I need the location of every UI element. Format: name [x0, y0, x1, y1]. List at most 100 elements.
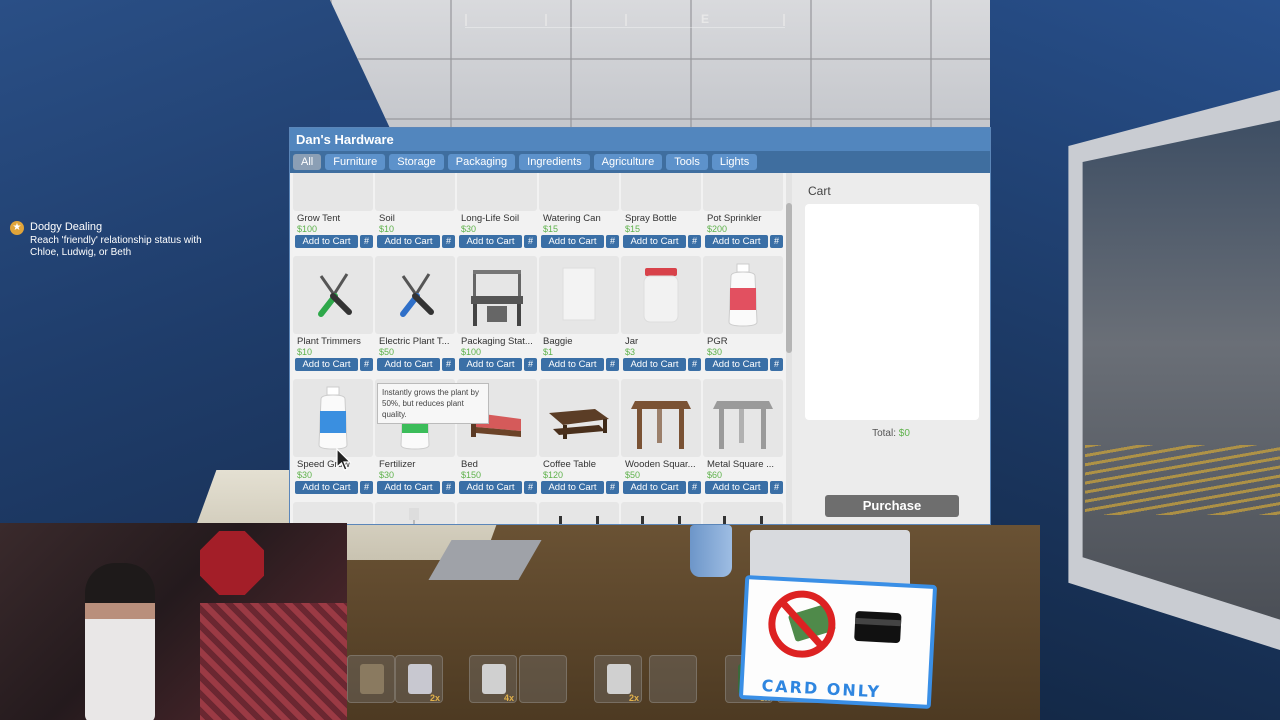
add-to-cart-button[interactable]: Add to Cart: [459, 358, 522, 371]
quantity-button[interactable]: #: [524, 358, 537, 371]
add-to-cart-button[interactable]: Add to Cart: [541, 358, 604, 371]
item-name: Grow Tent: [297, 213, 341, 224]
add-to-cart-button[interactable]: Add to Cart: [541, 235, 604, 248]
slot-count: 2x: [628, 693, 639, 703]
shop-item: Grow Tent $100 Add to Cart #: [293, 173, 373, 252]
quantity-button[interactable]: #: [770, 358, 783, 371]
item-name: Fertilizer: [379, 459, 416, 470]
quantity-button[interactable]: #: [770, 235, 783, 248]
quantity-button[interactable]: #: [524, 481, 537, 494]
item-price: $100: [297, 224, 318, 234]
hotbar-slot[interactable]: 2x: [594, 655, 642, 703]
compass-tick: [625, 14, 627, 26]
add-to-cart-button[interactable]: Add to Cart: [541, 481, 604, 494]
item-name: Watering Can: [543, 213, 601, 224]
quantity-button[interactable]: #: [442, 358, 455, 371]
pgr-bottle-icon: [703, 256, 783, 334]
quest-title: Dodgy Dealing: [30, 221, 103, 233]
item-name: Jar: [625, 336, 639, 347]
cart-title: Cart: [808, 184, 831, 198]
quantity-button[interactable]: #: [606, 358, 619, 371]
add-to-cart-button[interactable]: Add to Cart: [623, 358, 686, 371]
add-to-cart-button[interactable]: Add to Cart: [705, 358, 768, 371]
quantity-button[interactable]: #: [688, 481, 701, 494]
quantity-button[interactable]: #: [524, 235, 537, 248]
tab-ingredients[interactable]: Ingredients: [519, 154, 590, 170]
soil-bag-icon: [408, 664, 432, 694]
card-only-sign: CARD ONLY: [738, 575, 938, 709]
quantity-button[interactable]: #: [360, 235, 373, 248]
item-name: Packaging Stat...: [461, 336, 533, 347]
add-to-cart-button[interactable]: Add to Cart: [459, 481, 522, 494]
cart-total-value: $0: [898, 428, 910, 439]
item-price: $50: [625, 470, 641, 480]
category-tabs: All Furniture Storage Packaging Ingredients A…: [290, 151, 990, 173]
compass-heading: E: [701, 12, 710, 26]
quantity-button[interactable]: #: [606, 235, 619, 248]
shop-item: Baggie $1 Add to Cart #: [539, 256, 619, 375]
watering-can-icon: [539, 173, 619, 211]
electric-trimmers-icon: [375, 256, 455, 334]
quantity-button[interactable]: #: [606, 481, 619, 494]
shop-item: Packaging Stat... $100 Add to Cart #: [457, 256, 537, 375]
item-price: $10: [297, 347, 313, 357]
cart-total: Total: $0: [792, 428, 990, 439]
quantity-button[interactable]: #: [442, 235, 455, 248]
cart-list: [805, 204, 979, 420]
webcam-overlay: [0, 523, 347, 720]
item-price: $30: [297, 470, 313, 480]
tab-tools[interactable]: Tools: [666, 154, 708, 170]
quantity-button[interactable]: #: [770, 481, 783, 494]
metal-shelf-icon: [539, 502, 619, 524]
pot-sprinkler-icon: [703, 173, 783, 211]
mouse-cursor-icon: [336, 448, 352, 471]
item-name: Baggie: [543, 336, 573, 347]
quantity-button[interactable]: #: [688, 235, 701, 248]
purchase-button[interactable]: Purchase: [825, 495, 959, 517]
tab-storage[interactable]: Storage: [389, 154, 444, 170]
quantity-button[interactable]: #: [442, 481, 455, 494]
hotbar-slot[interactable]: 2x: [395, 655, 443, 703]
shop-item: Watering Can $15 Add to Cart #: [539, 173, 619, 252]
quantity-button[interactable]: #: [688, 358, 701, 371]
add-to-cart-button[interactable]: Add to Cart: [705, 481, 768, 494]
add-to-cart-button[interactable]: Add to Cart: [295, 481, 358, 494]
tab-lights[interactable]: Lights: [711, 154, 758, 170]
slot-count: 4x: [503, 693, 514, 703]
item-grid: Grow Tent $100 Add to Cart # Soil $10 Add to C…: [290, 173, 790, 524]
shop-item: Jar $3 Add to Cart #: [621, 256, 701, 375]
cart-panel: Cart Total: $0 Purchase: [792, 173, 990, 524]
add-to-cart-button[interactable]: Add to Cart: [623, 481, 686, 494]
hotbar-slot[interactable]: [347, 655, 395, 703]
add-to-cart-button[interactable]: Add to Cart: [705, 235, 768, 248]
shop-item: [539, 502, 619, 524]
hotbar-slot[interactable]: 4x: [469, 655, 517, 703]
item-name: Spray Bottle: [625, 213, 677, 224]
item-name: Long-Life Soil: [461, 213, 520, 224]
road-markings: [1085, 445, 1280, 515]
tab-agriculture[interactable]: Agriculture: [593, 154, 663, 170]
seed-bag-icon: [607, 664, 631, 694]
add-to-cart-button[interactable]: Add to Cart: [295, 358, 358, 371]
hotbar-slot[interactable]: [649, 655, 697, 703]
add-to-cart-button[interactable]: Add to Cart: [377, 235, 440, 248]
tab-furniture[interactable]: Furniture: [325, 154, 386, 170]
add-to-cart-button[interactable]: Add to Cart: [459, 235, 522, 248]
tab-packaging[interactable]: Packaging: [447, 154, 516, 170]
hotbar-slot[interactable]: [519, 655, 567, 703]
add-to-cart-button[interactable]: Add to Cart: [295, 235, 358, 248]
shop-item: Electric Plant T... $50 Add to Cart #: [375, 256, 455, 375]
tab-all[interactable]: All: [293, 154, 322, 170]
item-price: $100: [461, 347, 482, 357]
quantity-button[interactable]: #: [360, 358, 373, 371]
metal-table-icon: [703, 379, 783, 457]
folding-table-icon: [293, 502, 373, 524]
quantity-button[interactable]: #: [360, 481, 373, 494]
add-to-cart-button[interactable]: Add to Cart: [377, 481, 440, 494]
add-to-cart-button[interactable]: Add to Cart: [377, 358, 440, 371]
shop-item: [457, 502, 537, 524]
long-life-soil-icon: [457, 173, 537, 211]
shop-title: Dan's Hardware: [290, 128, 990, 151]
compass-bar: E: [465, 10, 785, 28]
add-to-cart-button[interactable]: Add to Cart: [623, 235, 686, 248]
